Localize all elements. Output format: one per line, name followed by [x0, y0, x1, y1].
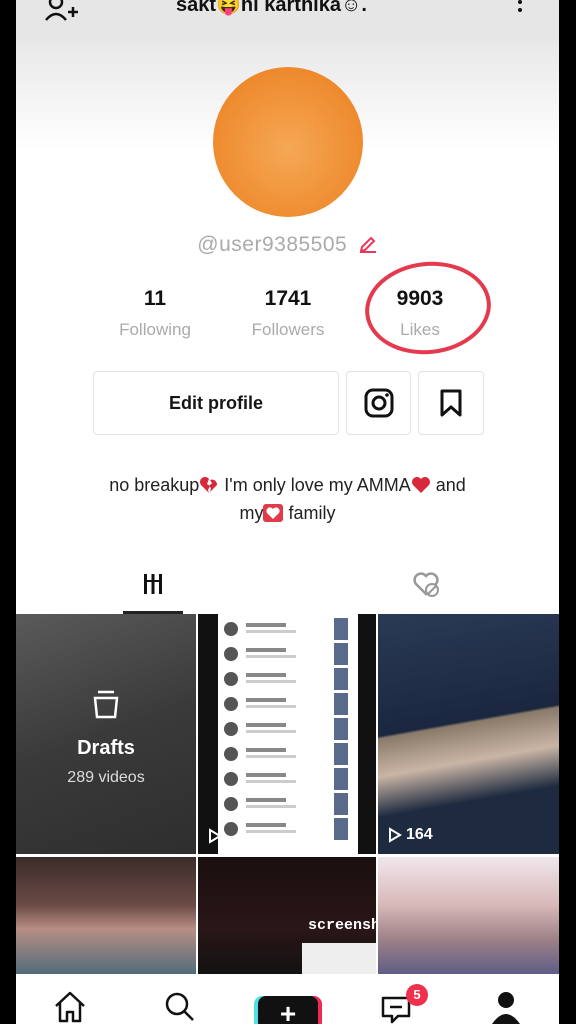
- instagram-button[interactable]: [346, 371, 411, 435]
- followers-label: Followers: [251, 320, 325, 339]
- video-thumbnail[interactable]: [198, 614, 376, 854]
- avatar[interactable]: [213, 67, 363, 217]
- stat-following[interactable]: 11 Following: [90, 287, 220, 340]
- home-icon[interactable]: [52, 988, 88, 1024]
- profile-icon[interactable]: [488, 988, 524, 1024]
- bottom-nav: + 5: [16, 974, 559, 1024]
- view-count: 164: [388, 826, 433, 844]
- bio-line-1: no breakup I'm only love my AMMA and: [16, 471, 559, 499]
- video-thumbnail[interactable]: 164: [378, 614, 559, 854]
- bio-line-2: my family: [16, 499, 559, 527]
- edit-pencil-icon[interactable]: [358, 233, 378, 253]
- thumbnail-sticker: [302, 943, 376, 977]
- view-count: [208, 828, 226, 844]
- liked-hidden-tab-icon[interactable]: [396, 562, 456, 614]
- bio-text: no breakup: [109, 475, 200, 495]
- thumbnail-image: [218, 614, 358, 854]
- stat-followers[interactable]: 1741 Followers: [223, 287, 353, 340]
- edit-profile-button[interactable]: Edit profile: [93, 371, 339, 435]
- instagram-icon: [364, 388, 393, 418]
- profile-title[interactable]: sakt😝hi karthika☺.: [176, 0, 367, 17]
- video-thumbnail[interactable]: [16, 857, 196, 977]
- bio-text: and: [430, 475, 466, 495]
- inbox-badge: 5: [406, 984, 428, 1006]
- thumbnail-caption: screensh: [308, 917, 376, 934]
- username-row: @user9385505: [16, 233, 559, 257]
- video-thumbnail[interactable]: screensh: [198, 857, 376, 977]
- play-icon: [209, 828, 222, 844]
- bookmark-icon: [440, 389, 462, 417]
- create-button[interactable]: +: [258, 996, 318, 1024]
- following-label: Following: [119, 320, 191, 339]
- highlight-circle: [360, 255, 496, 361]
- drafts-count: 289 videos: [67, 769, 145, 786]
- broken-heart-icon: [200, 477, 218, 493]
- add-user-icon[interactable]: [44, 0, 78, 24]
- heart-icon: [411, 477, 430, 493]
- followers-count: 1741: [264, 287, 312, 310]
- drafts-label: Drafts: [77, 737, 135, 759]
- profile-screen: sakt😝hi karthika☺. @user9385505 11 Follo…: [16, 0, 559, 1024]
- play-icon: [389, 827, 402, 843]
- video-grid: Drafts 289 videos 164 screensh: [16, 614, 559, 977]
- more-vertical-icon[interactable]: [514, 0, 526, 20]
- bio-text: I'm only love my AMMA: [219, 475, 411, 495]
- top-bar: sakt😝hi karthika☺.: [16, 0, 559, 40]
- drafts-tile[interactable]: Drafts 289 videos: [16, 614, 196, 854]
- plus-icon: +: [279, 998, 297, 1024]
- bio-text: my: [239, 503, 264, 523]
- video-thumbnail[interactable]: [378, 857, 559, 977]
- content-tabs: [16, 562, 559, 614]
- drafts-icon: [93, 690, 119, 719]
- search-icon[interactable]: [161, 988, 197, 1024]
- username: @user9385505: [197, 233, 348, 256]
- view-count-text: 164: [406, 826, 433, 843]
- heart-box-icon: [263, 504, 284, 522]
- videos-grid-tab-icon[interactable]: [123, 562, 183, 614]
- bio-text: family: [283, 503, 336, 523]
- bookmark-button[interactable]: [418, 371, 484, 435]
- following-count: 11: [143, 287, 167, 310]
- bio: no breakup I'm only love my AMMA and my …: [16, 471, 559, 527]
